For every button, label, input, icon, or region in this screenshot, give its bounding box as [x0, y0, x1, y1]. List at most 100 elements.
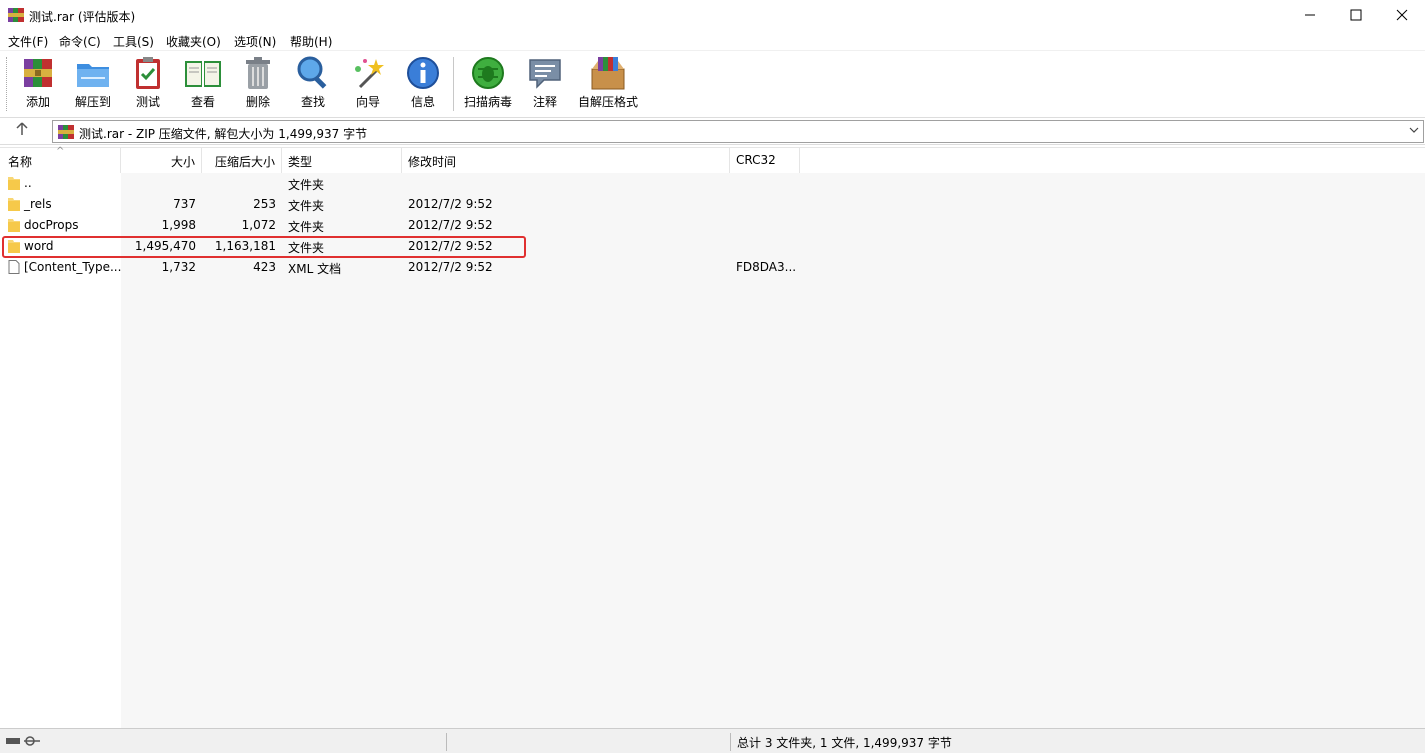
status-bar: 总计 3 文件夹, 1 文件, 1,499,937 字节 [0, 728, 1425, 753]
address-bar: 测试.rar - ZIP 压缩文件, 解包大小为 1,499,937 字节 [0, 117, 1425, 145]
menu-favorites[interactable]: 收藏夹(O) [166, 33, 221, 50]
list-item-parent[interactable]: .. 文件夹 [0, 173, 800, 194]
row-size: 737 [173, 197, 196, 211]
arrow-up-icon [16, 122, 28, 135]
maximize-button[interactable] [1333, 0, 1379, 30]
add-label: 添加 [25, 95, 50, 109]
trash-icon [246, 57, 270, 89]
row-name: _rels [24, 197, 52, 211]
row-name: .. [24, 176, 32, 190]
row-type: 文件夹 [288, 178, 325, 192]
header-type-label: 类型 [288, 155, 313, 169]
row-type: 文件夹 [288, 199, 325, 213]
winrar-app-icon [8, 8, 24, 22]
info-icon [407, 57, 439, 89]
magnifier-icon [297, 56, 327, 89]
extract-to-button[interactable]: 解压到 [65, 55, 121, 113]
menu-tools[interactable]: 工具(S) [113, 33, 154, 50]
wizard-wand-icon [355, 59, 384, 89]
title-bar: 测试.rar (评估版本) [0, 0, 1425, 30]
view-button[interactable]: 查看 [175, 55, 231, 113]
row-modified: 2012/7/2 9:52 [408, 218, 493, 232]
document-icon [8, 260, 20, 274]
view-label: 查看 [190, 95, 215, 109]
folder-icon [8, 177, 20, 190]
header-modified[interactable]: 修改时间 [402, 148, 730, 173]
row-name: [Content_Type... [24, 260, 122, 274]
menu-help[interactable]: 帮助(H) [290, 33, 332, 50]
header-packed[interactable]: 压缩后大小 [202, 148, 282, 173]
menu-bar: 文件(F) 命令(C) 工具(S) 收藏夹(O) 选项(N) 帮助(H) [0, 30, 1425, 50]
comment-button[interactable]: 注释 [517, 55, 573, 113]
dropdown-chevron-icon[interactable] [1409, 124, 1419, 137]
row-size: 1,998 [161, 218, 196, 232]
list-item-docprops[interactable]: docProps 1,998 1,072 文件夹 2012/7/2 9:52 [0, 215, 800, 236]
view-book-icon [185, 61, 221, 87]
header-type[interactable]: 类型 [282, 148, 402, 173]
find-label: 查找 [300, 95, 325, 109]
menu-file[interactable]: 文件(F) [8, 33, 48, 50]
delete-button[interactable]: 删除 [230, 55, 286, 113]
list-item-content-types[interactable]: [Content_Type... 1,732 423 XML 文档 2012/7… [0, 257, 800, 278]
status-divider [446, 733, 447, 751]
header-packed-label: 压缩后大小 [214, 155, 275, 169]
up-folder-button[interactable] [12, 122, 32, 142]
add-button[interactable]: 添加 [10, 55, 66, 113]
header-name-label: 名称 [8, 155, 33, 169]
extract-to-label: 解压到 [74, 95, 111, 109]
folder-icon [8, 198, 20, 211]
wizard-button[interactable]: 向导 [340, 55, 396, 113]
header-size-label: 大小 [170, 155, 195, 169]
row-type: XML 文档 [288, 262, 342, 276]
row-size: 1,732 [161, 260, 196, 274]
sfx-button[interactable]: 自解压格式 [576, 55, 640, 113]
rar-archive-icon [58, 125, 74, 139]
address-combo[interactable]: 测试.rar - ZIP 压缩文件, 解包大小为 1,499,937 字节 [52, 120, 1424, 143]
highlight-box [2, 236, 526, 258]
sort-up-icon: ^ [56, 146, 65, 157]
header-crc-label: CRC32 [736, 153, 776, 167]
menu-commands[interactable]: 命令(C) [59, 33, 101, 50]
minimize-button[interactable] [1287, 0, 1333, 30]
drive-key-icon [6, 736, 40, 746]
row-modified: 2012/7/2 9:52 [408, 197, 493, 211]
header-name[interactable]: ^ 名称 [0, 146, 121, 173]
header-crc[interactable]: CRC32 [730, 148, 800, 173]
row-packed: 423 [253, 260, 276, 274]
menu-options[interactable]: 选项(N) [234, 33, 276, 50]
address-text: 测试.rar - ZIP 压缩文件, 解包大小为 1,499,937 字节 [79, 127, 368, 141]
info-label: 信息 [410, 95, 435, 109]
window-title: 测试.rar (评估版本) [29, 10, 136, 24]
row-packed: 253 [253, 197, 276, 211]
toolbar-separator [453, 57, 454, 111]
file-list: ^ 名称 大小 压缩后大小 类型 修改时间 CRC32 .. 文件夹 _rels… [0, 146, 1425, 728]
sfx-box-icon [591, 57, 625, 90]
add-archive-icon [24, 59, 52, 87]
row-packed: 1,072 [241, 218, 276, 232]
find-button[interactable]: 查找 [285, 55, 341, 113]
info-button[interactable]: 信息 [395, 55, 451, 113]
minimize-icon [1305, 14, 1315, 16]
column-header-row: ^ 名称 大小 压缩后大小 类型 修改时间 CRC32 [0, 146, 1425, 173]
close-button[interactable] [1379, 0, 1425, 30]
toolbar: 添加 解压到 测试 查看 删除 查找 向导 信息 扫描病毒 注释 自解压格式 [0, 50, 1425, 116]
sfx-label: 自解压格式 [577, 95, 638, 109]
test-label: 测试 [135, 95, 160, 109]
delete-label: 删除 [245, 95, 270, 109]
folder-icon [8, 219, 20, 232]
extract-folder-icon [77, 64, 109, 87]
status-summary: 总计 3 文件夹, 1 文件, 1,499,937 字节 [737, 736, 952, 750]
virus-scan-icon [472, 57, 504, 89]
wizard-label: 向导 [355, 95, 380, 109]
test-button[interactable]: 测试 [120, 55, 176, 113]
close-icon [1396, 9, 1408, 21]
row-type: 文件夹 [288, 220, 325, 234]
row-modified: 2012/7/2 9:52 [408, 260, 493, 274]
header-size[interactable]: 大小 [121, 148, 202, 173]
header-modified-label: 修改时间 [408, 155, 457, 169]
scan-virus-button[interactable]: 扫描病毒 [460, 55, 516, 113]
status-divider [730, 733, 731, 751]
list-item-rels[interactable]: _rels 737 253 文件夹 2012/7/2 9:52 [0, 194, 800, 215]
row-name: docProps [24, 218, 79, 232]
test-clipboard-icon [136, 57, 160, 89]
